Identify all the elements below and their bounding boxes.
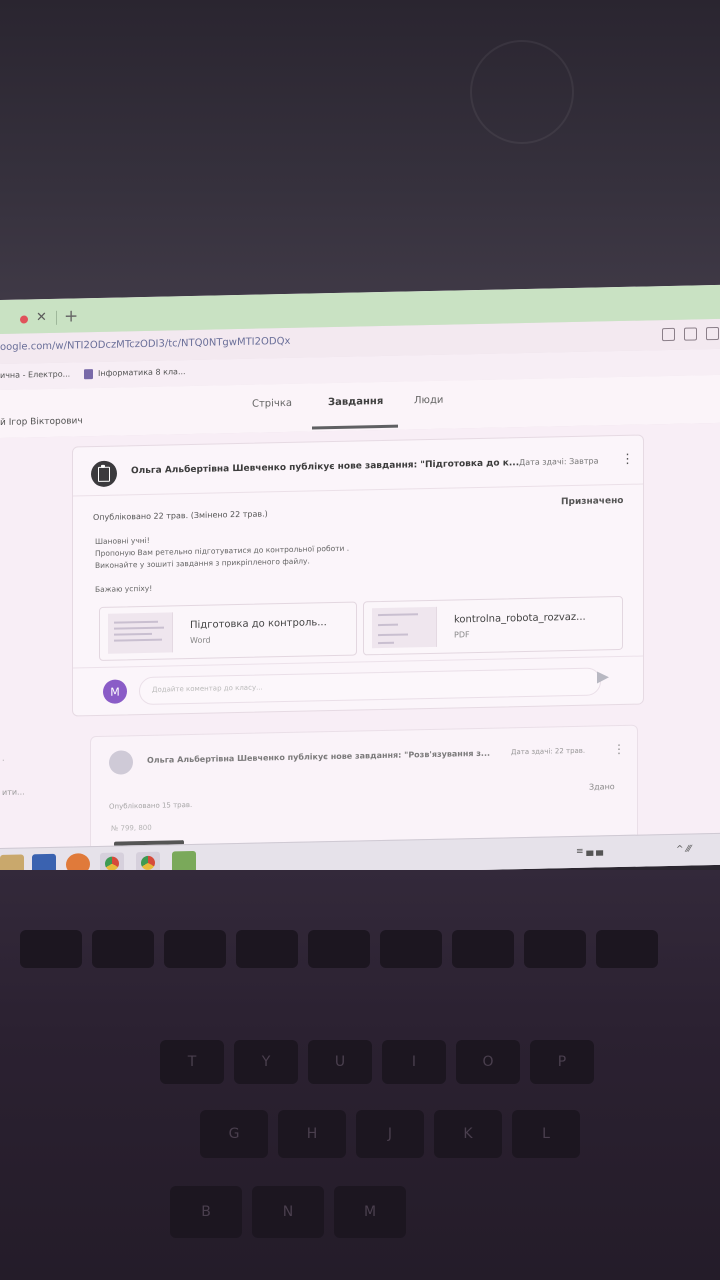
classwork-feed: · ити... Ольга Альбертівна Шевченко публ… <box>0 422 720 859</box>
attachment-type: PDF <box>454 630 470 640</box>
assignment-status: Здано <box>589 782 615 792</box>
tab-favicon <box>20 315 28 324</box>
new-tab-icon[interactable]: + <box>64 306 78 326</box>
assignment-icon <box>109 750 133 775</box>
assignment-title[interactable]: Ольга Альбертівна Шевченко публікує нове… <box>131 458 519 476</box>
keyboard-key <box>596 930 658 968</box>
active-tab-indicator <box>312 424 398 430</box>
wall-clock <box>470 40 574 144</box>
laptop-screen: ✕ + oogle.com/w/NTI2ODczMTczODI3/tc/NTQ0… <box>0 284 720 880</box>
keyboard-key <box>92 930 154 968</box>
body-line: Виконайте у зошиті завдання з прикріплен… <box>95 556 310 571</box>
sidebar-fragment: ити... <box>2 787 25 797</box>
keyboard-key <box>236 930 298 968</box>
key-o: O <box>456 1040 520 1084</box>
tab-stream[interactable]: Стрічка <box>252 398 292 410</box>
assignment-card-header[interactable]: Ольга Альбертівна Шевченко публікує нове… <box>73 435 643 497</box>
assignment-status: Призначено <box>561 495 624 508</box>
tab-divider <box>56 310 57 325</box>
key-j: J <box>356 1110 424 1158</box>
teacher-name: й Ігор Вікторович <box>0 416 83 428</box>
bookmark-item[interactable]: Інформатика 8 кла... <box>98 367 186 378</box>
body-line: Бажаю успіху! <box>95 583 153 595</box>
key-b: B <box>170 1186 242 1238</box>
key-p: P <box>530 1040 594 1084</box>
comment-input[interactable]: Додайте коментар до класу... <box>139 667 601 706</box>
menu-icon[interactable] <box>706 326 719 341</box>
keyboard-key <box>524 930 586 968</box>
assignment-icon <box>91 460 117 488</box>
laptop-keyboard: T Y U I O P G H J K L B N M <box>0 870 720 1280</box>
attachment-name[interactable]: kontrolna_robota_rozvaz... <box>454 612 586 626</box>
keyboard-key <box>308 930 370 968</box>
body-line: Шановні учні! <box>95 535 150 547</box>
published-date: Опубліковано 15 трав. <box>109 800 193 811</box>
tray-icons[interactable]: ≡ ▄ ▄ <box>576 846 603 857</box>
assignment-title[interactable]: Ольга Альбертівна Шевченко публікує нове… <box>147 749 490 765</box>
key-t: T <box>160 1040 224 1084</box>
system-tray[interactable]: ^ ⁄⁄⁄ <box>676 845 691 855</box>
tab-people[interactable]: Люди <box>414 395 443 407</box>
send-icon[interactable] <box>597 671 609 684</box>
key-g: G <box>200 1110 268 1158</box>
keyboard-key <box>380 930 442 968</box>
room-background <box>0 0 720 310</box>
url-text[interactable]: oogle.com/w/NTI2ODczMTczODI3/tc/NTQ0NTgw… <box>0 336 290 353</box>
key-l: L <box>512 1110 580 1158</box>
assignment-snippet: № 799, 800 <box>111 823 152 833</box>
key-i: I <box>382 1040 446 1084</box>
avatar: M <box>103 679 127 704</box>
keyboard-key <box>452 930 514 968</box>
attachment-thumbnail <box>372 606 437 649</box>
bookmark-item[interactable]: ична - Електро... <box>0 370 70 380</box>
extension-icon[interactable] <box>662 327 675 342</box>
due-date: Дата здачі: 22 трав. <box>511 746 586 757</box>
key-k: K <box>434 1110 502 1158</box>
key-h: H <box>278 1110 346 1158</box>
key-u: U <box>308 1040 372 1084</box>
attachment-pdf[interactable]: kontrolna_robota_rozvaz... PDF <box>363 595 623 656</box>
attachment-word[interactable]: Підготовка до контроль... Word <box>99 601 357 661</box>
more-options-icon[interactable]: ⋮ <box>621 452 634 467</box>
bookmark-icon <box>84 369 93 380</box>
keyboard-key <box>20 930 82 968</box>
attachment-thumbnail <box>108 612 173 654</box>
profile-icon[interactable] <box>684 327 697 341</box>
keyboard-key <box>164 930 226 968</box>
tab-classwork[interactable]: Завдання <box>328 396 383 408</box>
comment-placeholder: Додайте коментар до класу... <box>152 683 263 694</box>
more-options-icon[interactable]: ⋮ <box>613 742 625 756</box>
published-date: Опубліковано 22 трав. (Змінено 22 трав.) <box>93 509 268 523</box>
attachment-name[interactable]: Підготовка до контроль... <box>190 617 327 631</box>
body-line: Пропоную Вам ретельно підготуватися до к… <box>95 543 350 559</box>
due-date: Дата здачі: Завтра <box>519 456 599 468</box>
key-y: Y <box>234 1040 298 1084</box>
key-m: M <box>334 1186 406 1238</box>
class-comment-row: M Додайте коментар до класу... <box>73 655 643 717</box>
key-n: N <box>252 1186 324 1238</box>
assignment-card[interactable]: Ольга Альбертівна Шевченко публікує нове… <box>72 434 644 717</box>
sidebar-fragment: · <box>2 755 5 765</box>
close-tab-icon[interactable]: ✕ <box>36 310 47 325</box>
attachment-type: Word <box>190 635 211 646</box>
